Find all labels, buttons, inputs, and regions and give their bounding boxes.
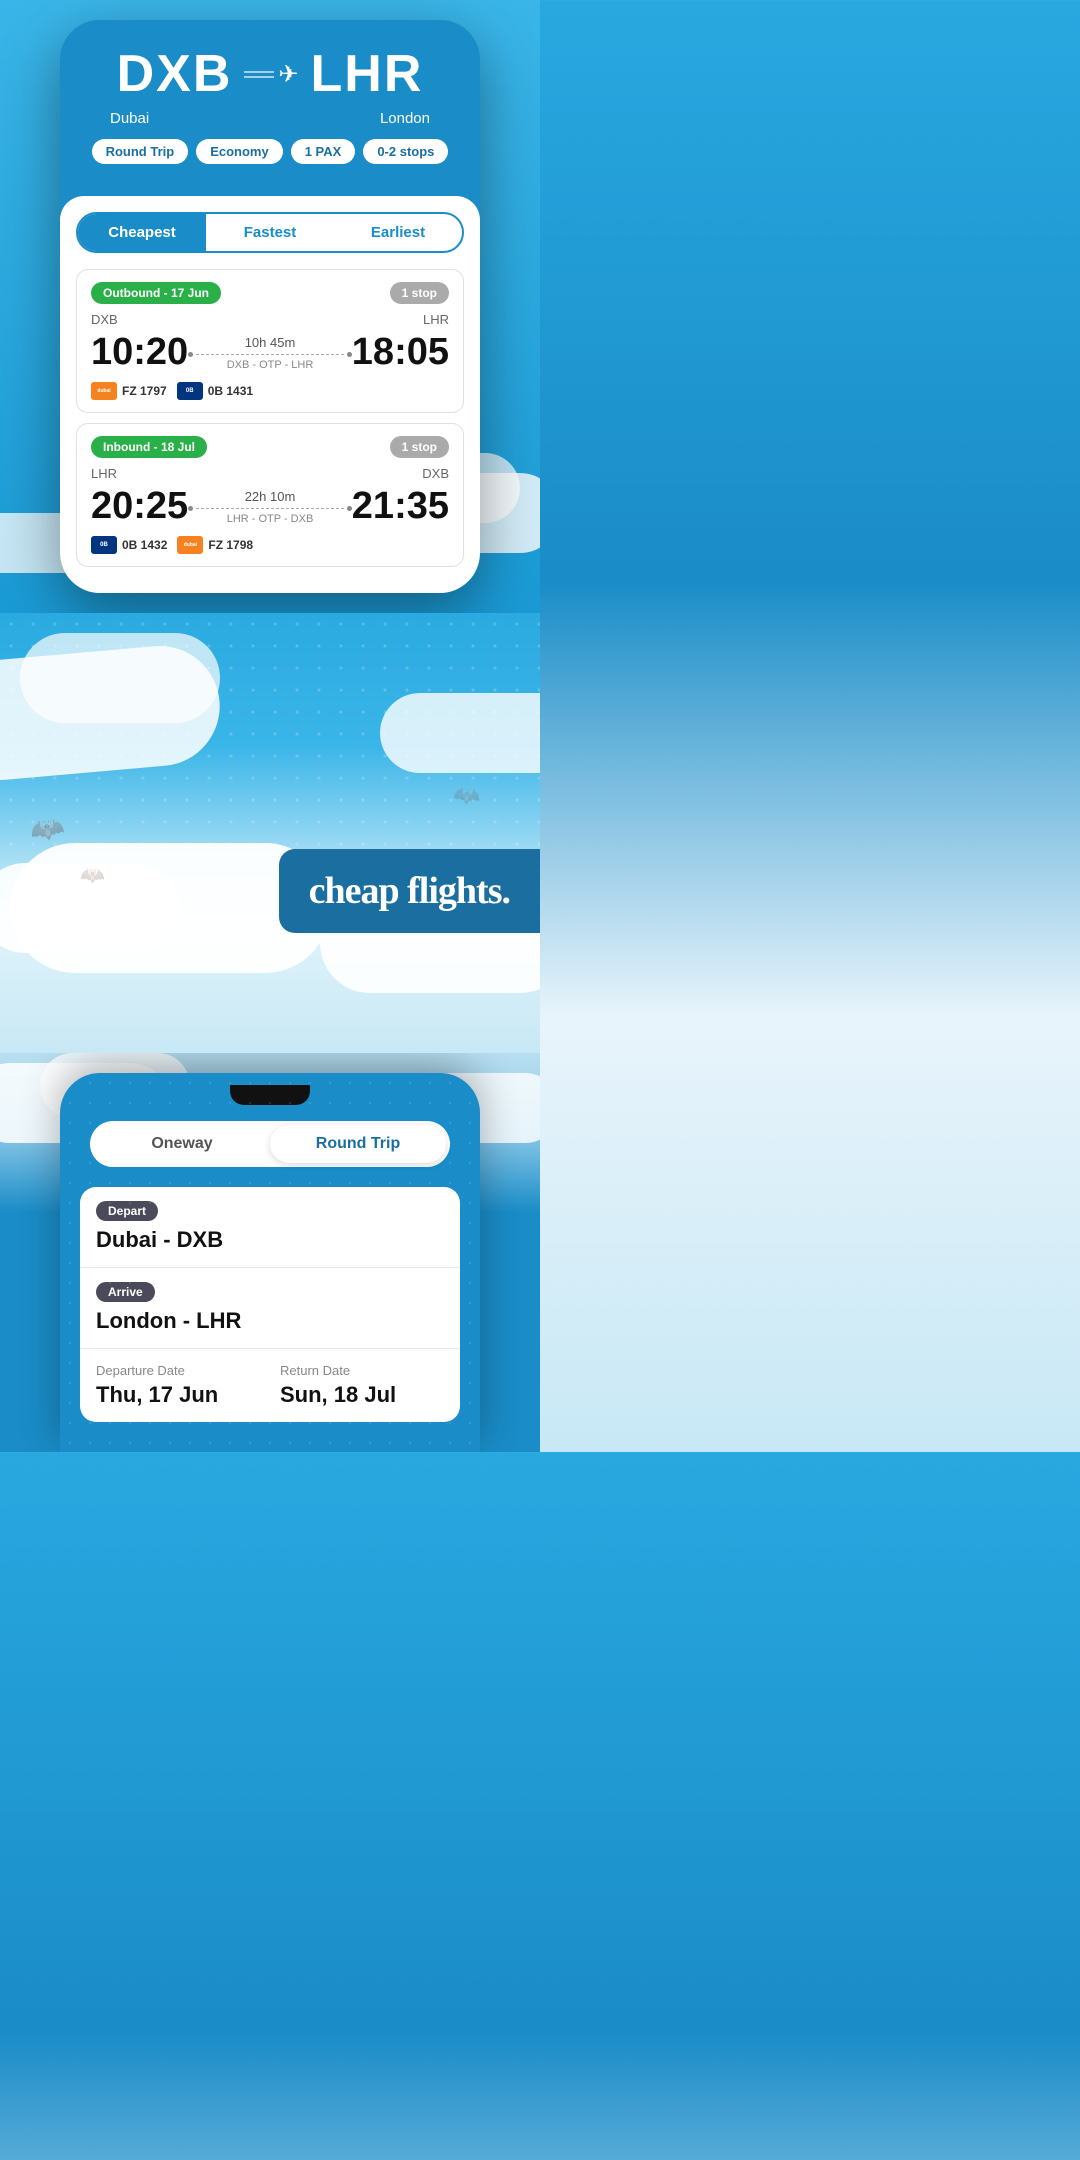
- inbound-segment: Inbound - 18 Jul 1 stop LHR DXB 20:25 22…: [76, 423, 464, 567]
- origin-city: Dubai: [110, 110, 149, 127]
- arrive-value: London - LHR: [96, 1308, 444, 1334]
- outbound-depart-time: 10:20: [91, 331, 188, 374]
- outbound-airline2: 0B 0B 1431: [177, 382, 253, 400]
- dates-row: Departure Date Thu, 17 Jun Return Date S…: [80, 1349, 460, 1422]
- sort-tabs: Cheapest Fastest Earliest: [76, 212, 464, 253]
- inbound-label: Inbound - 18 Jul: [91, 436, 207, 458]
- depart-field[interactable]: Depart Dubai - DXB: [80, 1187, 460, 1268]
- arrive-field[interactable]: Arrive London - LHR: [80, 1268, 460, 1349]
- inbound-airline2-code: FZ 1798: [208, 538, 253, 552]
- toggle-roundtrip[interactable]: Round Trip: [270, 1125, 446, 1163]
- outbound-origin: DXB: [91, 312, 118, 327]
- departure-date-label: Departure Date: [96, 1363, 260, 1378]
- trip-toggle: Oneway Round Trip: [90, 1121, 450, 1167]
- return-date-field[interactable]: Return Date Sun, 18 Jul: [280, 1363, 444, 1408]
- outbound-airline1-logo: dubai: [91, 382, 117, 400]
- outbound-segment: Outbound - 17 Jun 1 stop DXB LHR 10:20 1…: [76, 269, 464, 413]
- inbound-airline1-code: 0B 1432: [122, 538, 167, 552]
- depart-value: Dubai - DXB: [96, 1227, 444, 1253]
- inbound-airline1: 0B 0B 1432: [91, 536, 167, 554]
- outbound-route: DXB - OTP - LHR: [188, 359, 352, 371]
- trip-type-pill[interactable]: Round Trip: [92, 139, 189, 164]
- inbound-airlines: 0B 0B 1432 dubai FZ 1798: [91, 536, 449, 554]
- departure-date-value: Thu, 17 Jun: [96, 1382, 260, 1408]
- outbound-destination: LHR: [423, 312, 449, 327]
- inbound-duration: 22h 10m: [188, 489, 352, 504]
- departure-date-field[interactable]: Departure Date Thu, 17 Jun: [96, 1363, 260, 1408]
- stops-pill[interactable]: 0-2 stops: [363, 139, 448, 164]
- tab-fastest[interactable]: Fastest: [206, 214, 334, 251]
- plane-icon: ✈: [244, 60, 298, 89]
- outbound-airline2-code: 0B 1431: [208, 384, 253, 398]
- tab-earliest[interactable]: Earliest: [334, 214, 462, 251]
- outbound-arrive-time: 18:05: [352, 331, 449, 374]
- outbound-label: Outbound - 17 Jun: [91, 282, 221, 304]
- outbound-airline1-code: FZ 1797: [122, 384, 167, 398]
- destination-city: London: [380, 110, 430, 127]
- return-date-value: Sun, 18 Jul: [280, 1382, 444, 1408]
- cabin-pill[interactable]: Economy: [196, 139, 283, 164]
- outbound-duration: 10h 45m: [188, 335, 352, 350]
- outbound-stop-badge: 1 stop: [390, 282, 449, 304]
- inbound-depart-time: 20:25: [91, 485, 188, 528]
- arrive-label: Arrive: [96, 1282, 155, 1302]
- inbound-route: LHR - OTP - DXB: [188, 513, 352, 525]
- outbound-airline1: dubai FZ 1797: [91, 382, 167, 400]
- phone-notch: [60, 1073, 480, 1113]
- headline-box: cheap flights.: [279, 849, 540, 933]
- tab-cheapest[interactable]: Cheapest: [78, 214, 206, 251]
- inbound-airline2-logo: dubai: [177, 536, 203, 554]
- pax-pill[interactable]: 1 PAX: [291, 139, 356, 164]
- inbound-destination: DXB: [422, 466, 449, 481]
- headline-text: cheap flights.: [309, 869, 510, 913]
- outbound-airline2-logo: 0B: [177, 382, 203, 400]
- search-form: Depart Dubai - DXB Arrive London - LHR D…: [80, 1187, 460, 1422]
- inbound-airline2: dubai FZ 1798: [177, 536, 253, 554]
- outbound-airlines: dubai FZ 1797 0B 0B 1431: [91, 382, 449, 400]
- depart-label: Depart: [96, 1201, 158, 1221]
- toggle-oneway[interactable]: Oneway: [94, 1125, 270, 1163]
- inbound-origin: LHR: [91, 466, 117, 481]
- origin-code: DXB: [117, 44, 233, 104]
- return-date-label: Return Date: [280, 1363, 444, 1378]
- inbound-stop-badge: 1 stop: [390, 436, 449, 458]
- inbound-airline1-logo: 0B: [91, 536, 117, 554]
- inbound-arrive-time: 21:35: [352, 485, 449, 528]
- destination-code: LHR: [311, 44, 424, 104]
